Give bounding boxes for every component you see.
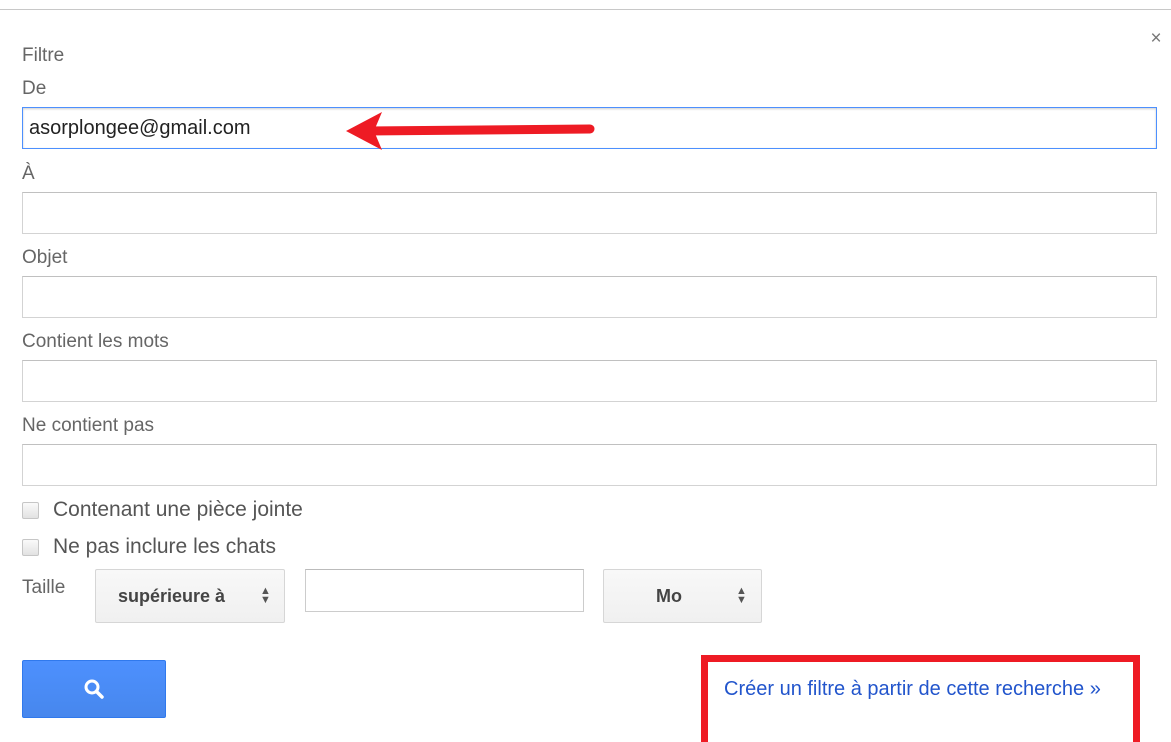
subject-label: Objet [22,247,68,268]
exclude-chats-option[interactable]: Ne pas inclure les chats [22,533,276,561]
exclude-chats-label: Ne pas inclure les chats [53,535,276,558]
search-filter-panel: × Filtre De À Objet Contient les mots Ne… [0,0,1171,742]
size-comparator-value: supérieure à [118,585,226,606]
to-field[interactable] [22,192,1157,234]
select-arrows-icon: ▲ ▼ [260,585,271,606]
has-words-field[interactable] [22,360,1157,402]
dialog-title: Filtre [22,45,65,66]
top-divider [0,9,1171,10]
search-icon [84,679,104,699]
close-icon[interactable]: × [1145,28,1167,50]
subject-field[interactable] [22,276,1157,318]
select-arrows-icon: ▲ ▼ [736,585,747,606]
has-words-label: Contient les mots [22,331,169,352]
has-attachment-checkbox[interactable] [22,501,39,519]
search-button[interactable] [22,660,166,718]
has-attachment-label: Contenant une pièce jointe [53,498,303,521]
from-label: De [22,78,47,99]
to-label: À [22,163,35,184]
has-attachment-option[interactable]: Contenant une pièce jointe [22,496,303,524]
size-value-input[interactable] [305,569,584,612]
doesnt-have-field[interactable] [22,444,1157,486]
create-filter-link[interactable]: Créer un filtre à partir de cette recher… [724,677,1124,702]
exclude-chats-checkbox[interactable] [22,538,39,556]
size-unit-value: Mo [656,585,682,606]
size-comparator-select[interactable]: supérieure à ▲ ▼ [95,569,285,623]
doesnt-have-label: Ne contient pas [22,415,155,436]
from-field[interactable] [22,107,1157,149]
size-unit-select[interactable]: Mo ▲ ▼ [603,569,762,623]
size-label: Taille [22,577,66,598]
